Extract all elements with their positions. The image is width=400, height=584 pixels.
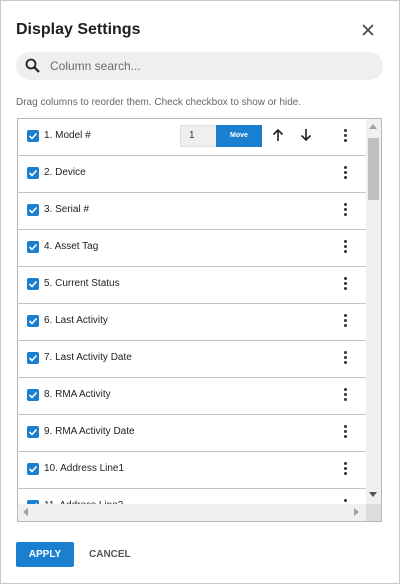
column-checkbox[interactable] [27,241,39,253]
column-row[interactable]: 5. Current Status [18,267,366,304]
column-label: 6. Last Activity [44,315,108,326]
move-button[interactable]: Move [216,125,262,147]
close-icon[interactable] [359,21,377,39]
column-checkbox[interactable] [27,463,39,475]
column-checkbox[interactable] [27,315,39,327]
more-options-icon[interactable] [342,129,348,143]
more-options-icon[interactable] [342,314,348,328]
column-list: 1. Model # 1 Move 2. Device 3. Serial # 4. As… [17,118,382,522]
scroll-down-icon[interactable] [369,492,377,497]
more-options-icon[interactable] [342,203,348,217]
column-rows: 1. Model # 1 Move 2. Device 3. Serial # 4. As… [18,119,366,504]
dialog-title: Display Settings [16,21,141,38]
more-options-icon[interactable] [342,277,348,291]
column-row[interactable]: 10. Address Line1 [18,452,366,489]
search-input[interactable] [50,56,370,76]
cancel-button[interactable]: CANCEL [89,542,131,567]
column-checkbox[interactable] [27,167,39,179]
column-label: 3. Serial # [44,204,90,215]
more-options-icon[interactable] [342,388,348,402]
column-label: 5. Current Status [44,278,120,289]
arrow-down-icon[interactable] [299,127,313,143]
more-options-icon[interactable] [342,166,348,180]
column-row[interactable]: 2. Device [18,156,366,193]
more-options-icon[interactable] [342,462,348,476]
instructions-text: Drag columns to reorder them. Check chec… [16,97,302,108]
scroll-up-icon[interactable] [369,124,377,129]
more-options-icon[interactable] [342,351,348,365]
column-checkbox[interactable] [27,352,39,364]
column-row[interactable]: 11. Address Line2 [18,489,366,504]
search-icon [25,57,41,75]
scrollbar-corner [366,504,381,521]
column-checkbox[interactable] [27,389,39,401]
position-input[interactable]: 1 [180,125,217,147]
column-checkbox[interactable] [27,204,39,216]
column-label: 8. RMA Activity [44,389,111,400]
column-label: 2. Device [44,167,86,178]
scroll-left-icon[interactable] [23,508,28,516]
column-row[interactable]: 1. Model # 1 Move [18,119,366,156]
column-checkbox[interactable] [27,130,39,142]
column-label: 1. Model # [44,130,91,141]
column-label: 9. RMA Activity Date [44,426,135,437]
apply-button[interactable]: APPLY [16,542,74,567]
arrow-up-icon[interactable] [271,127,285,143]
more-options-icon[interactable] [342,425,348,439]
column-label: 10. Address Line1 [44,463,125,474]
column-label: 7. Last Activity Date [44,352,132,363]
column-row[interactable]: 9. RMA Activity Date [18,415,366,452]
column-row[interactable]: 4. Asset Tag [18,230,366,267]
column-row[interactable]: 7. Last Activity Date [18,341,366,378]
column-label: 4. Asset Tag [44,241,99,252]
vertical-scrollbar[interactable] [366,119,381,504]
column-row[interactable]: 6. Last Activity [18,304,366,341]
column-search [16,52,383,80]
display-settings-dialog: Display Settings Drag columns to reorder… [0,0,400,584]
more-options-icon[interactable] [342,240,348,254]
scroll-right-icon[interactable] [354,508,359,516]
column-row[interactable]: 8. RMA Activity [18,378,366,415]
scroll-thumb[interactable] [368,138,379,200]
column-checkbox[interactable] [27,278,39,290]
column-checkbox[interactable] [27,426,39,438]
column-row[interactable]: 3. Serial # [18,193,366,230]
horizontal-scrollbar[interactable] [18,504,366,521]
